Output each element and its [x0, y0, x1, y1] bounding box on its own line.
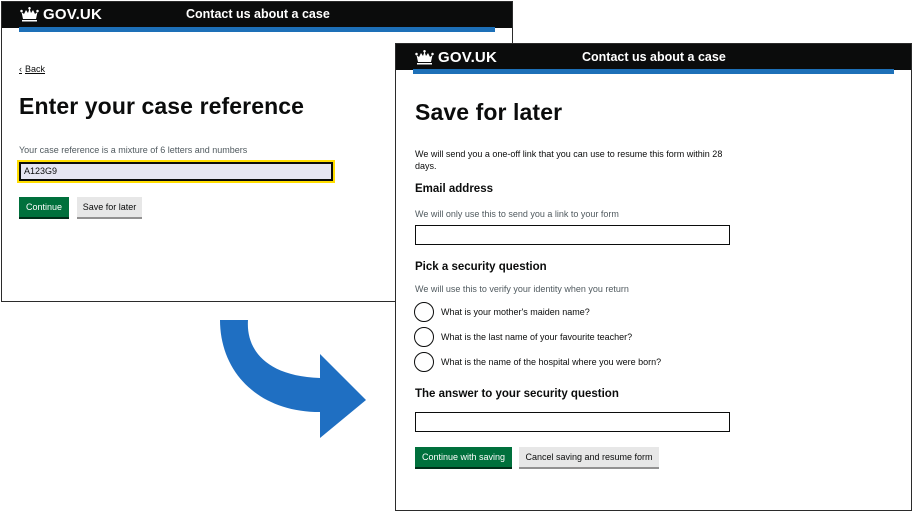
continue-with-saving-button[interactable]: Continue with saving — [415, 447, 512, 467]
security-answer-field[interactable] — [415, 412, 730, 432]
service-name[interactable]: Contact us about a case — [582, 50, 726, 64]
back-link[interactable]: ‹ Back — [19, 64, 45, 74]
radio-option-hospital[interactable]: What is the name of the hospital where y… — [414, 352, 661, 372]
save-for-later-button[interactable]: Save for later — [77, 197, 142, 217]
logo-text: GOV.UK — [438, 49, 497, 66]
security-question-label: Pick a security question — [415, 261, 547, 273]
govuk-header: GOV.UK Contact us about a case — [2, 2, 512, 32]
radio-option-maiden-name[interactable]: What is your mother's maiden name? — [414, 302, 590, 322]
header-blue-bar — [19, 27, 495, 32]
email-hint: We will only use this to send you a link… — [415, 209, 619, 219]
radio-label: What is the last name of your favourite … — [441, 332, 633, 342]
header-blue-bar — [413, 69, 894, 74]
crown-icon — [415, 50, 434, 65]
radio-button[interactable] — [414, 327, 434, 347]
govuk-logo[interactable]: GOV.UK — [415, 49, 497, 66]
chevron-left-icon: ‹ — [19, 64, 22, 74]
intro-text-line-1: We will send you a one-off link that you… — [415, 149, 723, 159]
continue-button[interactable]: Continue — [19, 197, 69, 217]
cancel-saving-button[interactable]: Cancel saving and resume form — [519, 447, 659, 467]
govuk-logo[interactable]: GOV.UK — [20, 6, 102, 23]
curved-arrow-icon — [220, 320, 366, 438]
radio-label: What is the name of the hospital where y… — [441, 357, 662, 367]
page-title: Enter your case reference — [19, 93, 305, 119]
back-link-label: Back — [25, 64, 46, 74]
email-field[interactable] — [415, 225, 730, 245]
crown-icon — [20, 7, 39, 22]
save-for-later-window: GOV.UK Contact us about a case Save for … — [395, 43, 912, 511]
answer-label: The answer to your security question — [415, 388, 619, 400]
logo-text: GOV.UK — [43, 6, 102, 23]
security-question-hint: We will use this to verify your identity… — [415, 284, 629, 294]
radio-option-favourite-teacher[interactable]: What is the last name of your favourite … — [414, 327, 632, 347]
govuk-header: GOV.UK Contact us about a case — [396, 44, 911, 74]
email-label: Email address — [415, 183, 493, 195]
case-reference-hint: Your case reference is a mixture of 6 le… — [19, 145, 248, 155]
case-reference-input[interactable] — [17, 160, 335, 183]
radio-button[interactable] — [414, 302, 434, 322]
service-name[interactable]: Contact us about a case — [186, 7, 330, 21]
radio-label: What is your mother's maiden name? — [441, 307, 590, 317]
radio-button[interactable] — [414, 352, 434, 372]
page-title: Save for later — [415, 99, 563, 125]
intro-text-line-2: days. — [415, 161, 437, 171]
